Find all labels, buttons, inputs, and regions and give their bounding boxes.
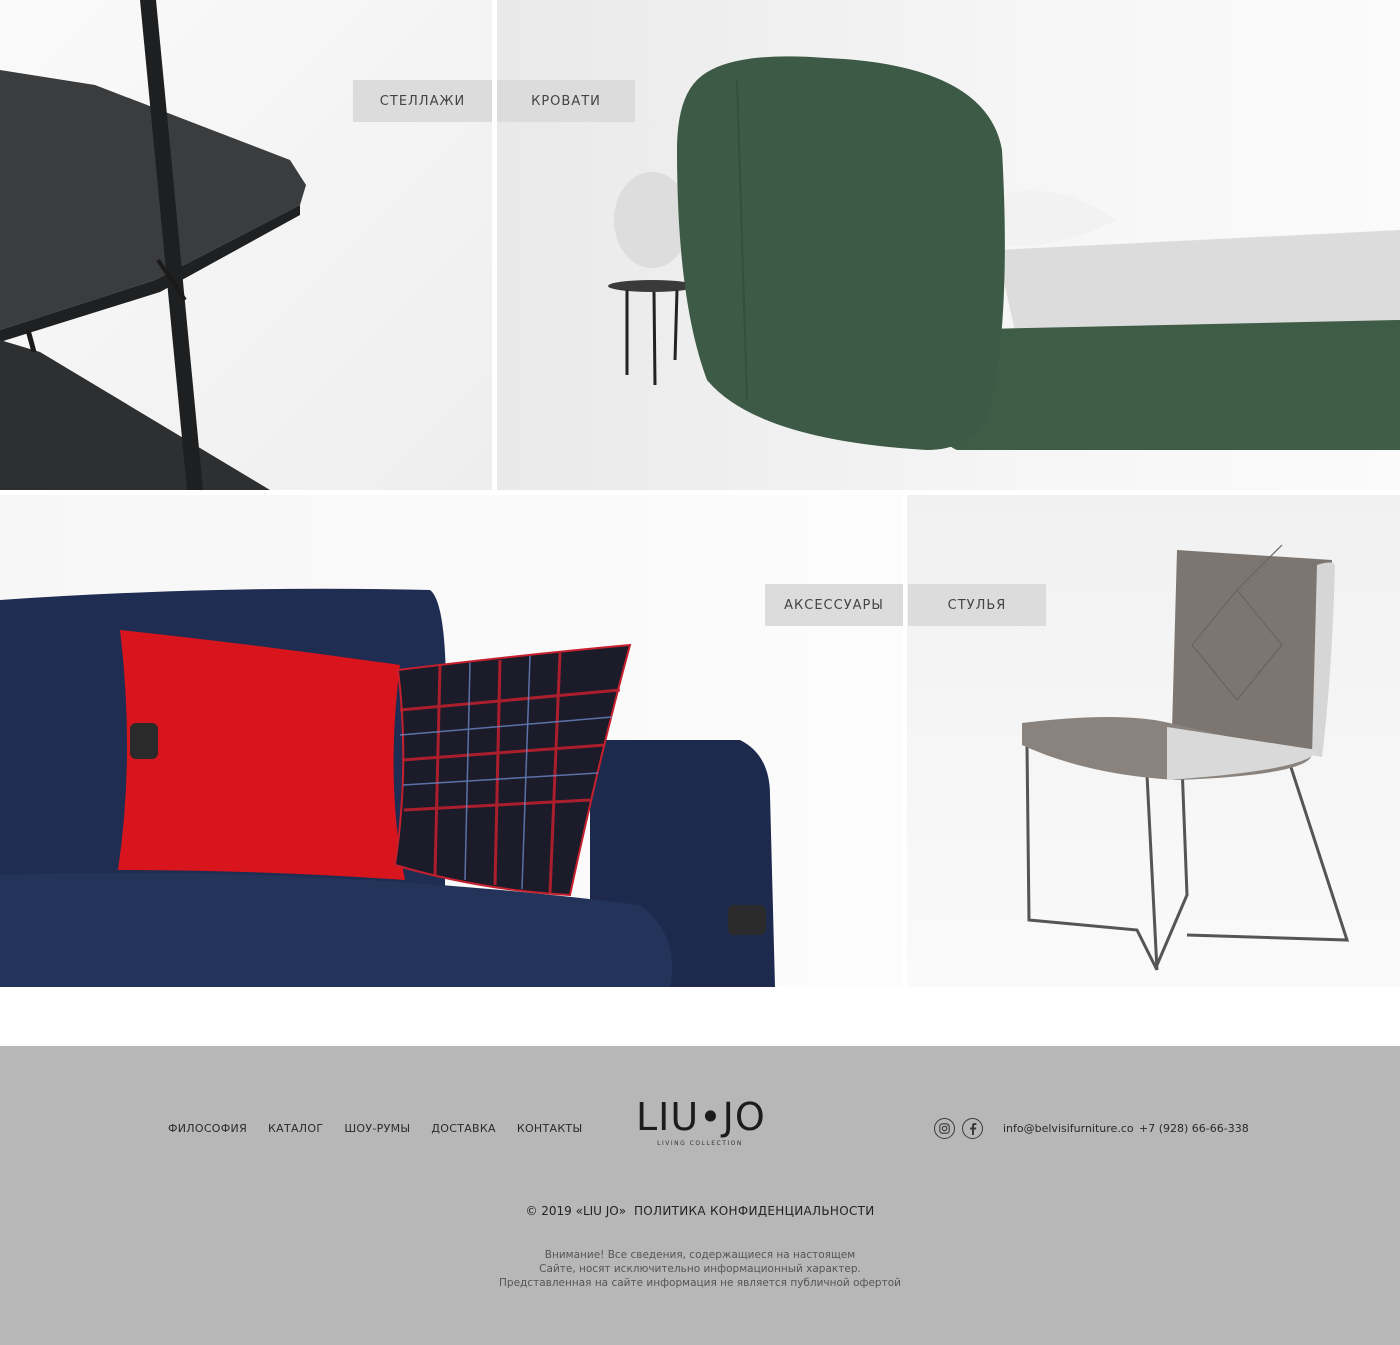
sofa-panel[interactable] — [0, 495, 903, 987]
disclaimer: Внимание! Все сведения, содержащиеся на … — [0, 1248, 1400, 1290]
nav-link-philosophy[interactable]: ФИЛОСОФИЯ — [168, 1122, 247, 1135]
footer-nav: ФИЛОСОФИЯ КАТАЛОГ ШОУ-РУМЫ ДОСТАВКА КОНТ… — [168, 1122, 582, 1135]
nav-link-delivery[interactable]: ДОСТАВКА — [431, 1122, 495, 1135]
disclaimer-line: Сайте, носят исключительно информационны… — [539, 1263, 861, 1275]
category-button-shelves[interactable]: СТЕЛЛАЖИ — [353, 80, 492, 122]
sofa-illustration — [0, 588, 775, 987]
facebook-glyph — [969, 1123, 976, 1135]
logo-tagline: LIVING COLLECTION — [657, 1140, 743, 1147]
nav-link-catalog[interactable]: КАТАЛОГ — [268, 1122, 323, 1135]
logo-brand: LIU•JO — [636, 1095, 766, 1139]
chair-illustration — [1022, 544, 1350, 971]
nav-link-contacts[interactable]: КОНТАКТЫ — [517, 1122, 583, 1135]
instagram-icon[interactable] — [934, 1118, 955, 1139]
privacy-policy-link[interactable]: ПОЛИТИКА КОНФИДЕНЦИАЛЬНОСТИ — [634, 1204, 875, 1218]
copyright-text: © 2019 «LIU JO» — [525, 1204, 627, 1218]
shelf-illustration — [0, 0, 306, 490]
category-button-accessories[interactable]: АКСЕССУАРЫ — [765, 584, 903, 626]
disclaimer-line: Представленная на сайте информация не яв… — [499, 1277, 901, 1289]
category-button-beds[interactable]: КРОВАТИ — [497, 80, 635, 122]
category-button-chairs[interactable]: СТУЛЬЯ — [908, 584, 1046, 626]
disclaimer-line: Внимание! Все сведения, содержащиеся на … — [544, 1249, 856, 1261]
logo[interactable]: LIU•JO LIVING COLLECTION — [636, 1095, 766, 1147]
footer — [0, 1046, 1400, 1345]
copyright-row: © 2019 «LIU JO» ПОЛИТИКА КОНФИДЕНЦИАЛЬНО… — [0, 1204, 1400, 1218]
email-link[interactable]: info@belvisifurniture.co — [1003, 1122, 1134, 1135]
bed-illustration — [608, 56, 1400, 450]
nav-link-showrooms[interactable]: ШОУ-РУМЫ — [344, 1122, 410, 1135]
instagram-glyph — [939, 1123, 950, 1134]
phone-link[interactable]: +7 (928) 66-66-338 — [1139, 1122, 1249, 1135]
shelves-panel[interactable] — [0, 0, 492, 490]
facebook-icon[interactable] — [962, 1118, 983, 1139]
chairs-panel[interactable] — [907, 495, 1400, 987]
beds-panel[interactable] — [497, 0, 1400, 490]
